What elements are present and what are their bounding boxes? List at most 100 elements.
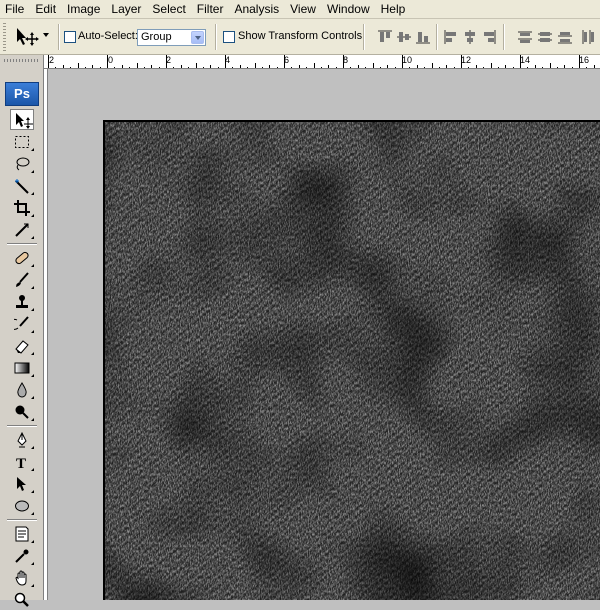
align-left-edges-icon[interactable] bbox=[443, 29, 459, 45]
tool-flyout-icon bbox=[31, 468, 34, 471]
eyedropper-tool[interactable] bbox=[10, 545, 34, 566]
ruler-label: 2 bbox=[49, 55, 55, 65]
healing-brush-tool[interactable] bbox=[10, 247, 34, 268]
ruler-label: 2 bbox=[166, 55, 172, 65]
tool-flyout-icon bbox=[31, 286, 34, 289]
tool-flyout-icon bbox=[31, 214, 34, 217]
options-divider bbox=[215, 24, 216, 50]
slice-icon bbox=[15, 223, 29, 237]
options-bar: Auto-Select: Group Show Transform Contro… bbox=[0, 19, 600, 55]
show-transform-checkbox[interactable] bbox=[223, 31, 235, 43]
move-icon bbox=[17, 28, 39, 46]
auto-select-value: Group bbox=[141, 31, 172, 43]
history-brush-tool[interactable] bbox=[10, 313, 34, 334]
menu-analysis[interactable]: Analysis bbox=[229, 0, 285, 18]
quick-selection-tool[interactable] bbox=[10, 175, 34, 196]
type-tool[interactable]: T bbox=[10, 451, 34, 472]
distribute-bottom-edges-icon[interactable] bbox=[557, 29, 573, 45]
toolbox-divider bbox=[7, 243, 37, 244]
document-workspace[interactable] bbox=[48, 69, 600, 600]
document-canvas[interactable] bbox=[105, 122, 600, 600]
ruler-label: 6 bbox=[284, 55, 290, 65]
distribute-vertical-centers-icon[interactable] bbox=[537, 29, 553, 45]
tool-flyout-icon bbox=[31, 584, 34, 587]
history-brush-icon bbox=[14, 316, 29, 330]
menu-window[interactable]: Window bbox=[322, 0, 376, 18]
blur-tool[interactable] bbox=[10, 379, 34, 400]
clone-stamp-tool[interactable] bbox=[10, 291, 34, 312]
distribute-top-edges-icon[interactable] bbox=[517, 29, 533, 45]
pen-icon bbox=[17, 432, 27, 448]
ruler-label: 14 bbox=[520, 55, 531, 65]
crop-tool[interactable] bbox=[10, 197, 34, 218]
lasso-icon bbox=[16, 157, 30, 171]
marquee-tool[interactable] bbox=[10, 131, 34, 152]
menu-edit[interactable]: Edit bbox=[30, 0, 62, 18]
denim-texture-image bbox=[105, 122, 600, 600]
auto-select-checkbox[interactable] bbox=[64, 31, 76, 43]
tool-flyout-icon bbox=[31, 236, 34, 239]
note-icon bbox=[15, 526, 29, 542]
menu-filter[interactable]: Filter bbox=[192, 0, 230, 18]
eraser-tool[interactable] bbox=[10, 335, 34, 356]
menu-select[interactable]: Select bbox=[147, 0, 191, 18]
crop-icon bbox=[14, 200, 30, 216]
pen-tool[interactable] bbox=[10, 429, 34, 450]
brush-tool[interactable] bbox=[10, 269, 34, 290]
options-divider bbox=[58, 24, 59, 50]
tool-flyout-icon bbox=[31, 418, 34, 421]
menu-view[interactable]: View bbox=[285, 0, 322, 18]
align-right-edges-icon[interactable] bbox=[481, 29, 497, 45]
menu-image[interactable]: Image bbox=[62, 0, 106, 18]
menu-help[interactable]: Help bbox=[376, 0, 412, 18]
bandage-icon bbox=[15, 251, 29, 265]
notes-tool[interactable] bbox=[10, 523, 34, 544]
options-bar-grip[interactable] bbox=[3, 23, 6, 51]
tool-flyout-icon bbox=[31, 148, 34, 151]
hand-tool[interactable] bbox=[10, 567, 34, 588]
tool-flyout-icon bbox=[31, 308, 34, 311]
arrow-icon bbox=[17, 477, 26, 491]
hand-icon bbox=[15, 570, 27, 586]
auto-select-dropdown[interactable]: Group bbox=[137, 29, 206, 46]
align-horizontal-centers-icon[interactable] bbox=[462, 29, 478, 45]
toolbox-divider bbox=[7, 425, 37, 426]
tool-flyout-icon bbox=[31, 192, 34, 195]
distribute-left-edges-icon[interactable] bbox=[580, 29, 596, 45]
shape-tool[interactable] bbox=[10, 495, 34, 516]
slice-tool[interactable] bbox=[10, 219, 34, 240]
tool-flyout-icon bbox=[31, 170, 34, 173]
options-divider bbox=[436, 24, 437, 50]
gradient-tool[interactable] bbox=[10, 357, 34, 378]
path-selection-tool[interactable] bbox=[10, 473, 34, 494]
eyedropper-icon bbox=[15, 549, 29, 563]
magic-wand-icon bbox=[15, 179, 29, 194]
ellipse-icon bbox=[15, 500, 29, 512]
tool-flyout-icon bbox=[31, 396, 34, 399]
horizontal-ruler[interactable]: 2 0 2 4 6 8 10 12 14 16 bbox=[48, 55, 600, 69]
ruler-label: 0 bbox=[108, 55, 114, 65]
align-vertical-centers-icon[interactable] bbox=[396, 29, 412, 45]
tool-flyout-icon bbox=[31, 264, 34, 267]
lasso-tool[interactable] bbox=[10, 153, 34, 174]
show-transform-label: Show Transform Controls bbox=[238, 30, 363, 42]
chevron-down-icon[interactable] bbox=[191, 31, 204, 44]
toolbox-grip[interactable] bbox=[4, 59, 40, 62]
tool-flyout-icon bbox=[31, 374, 34, 377]
move-icon bbox=[16, 113, 33, 129]
stamp-icon bbox=[16, 295, 28, 308]
ruler-label: 8 bbox=[343, 55, 349, 65]
move-tool[interactable] bbox=[10, 109, 34, 130]
dodge-icon bbox=[15, 405, 29, 419]
eraser-icon bbox=[15, 340, 29, 354]
ruler-label: 10 bbox=[402, 55, 413, 65]
photoshop-logo[interactable]: Ps bbox=[5, 82, 39, 106]
tool-preset-picker[interactable] bbox=[12, 25, 56, 49]
menu-layer[interactable]: Layer bbox=[106, 0, 147, 18]
menu-file[interactable]: File bbox=[0, 0, 30, 18]
options-divider bbox=[363, 24, 364, 50]
dodge-tool[interactable] bbox=[10, 401, 34, 422]
align-top-edges-icon[interactable] bbox=[377, 29, 393, 45]
toolbox: Ps T bbox=[0, 55, 44, 607]
align-bottom-edges-icon[interactable] bbox=[415, 29, 431, 45]
